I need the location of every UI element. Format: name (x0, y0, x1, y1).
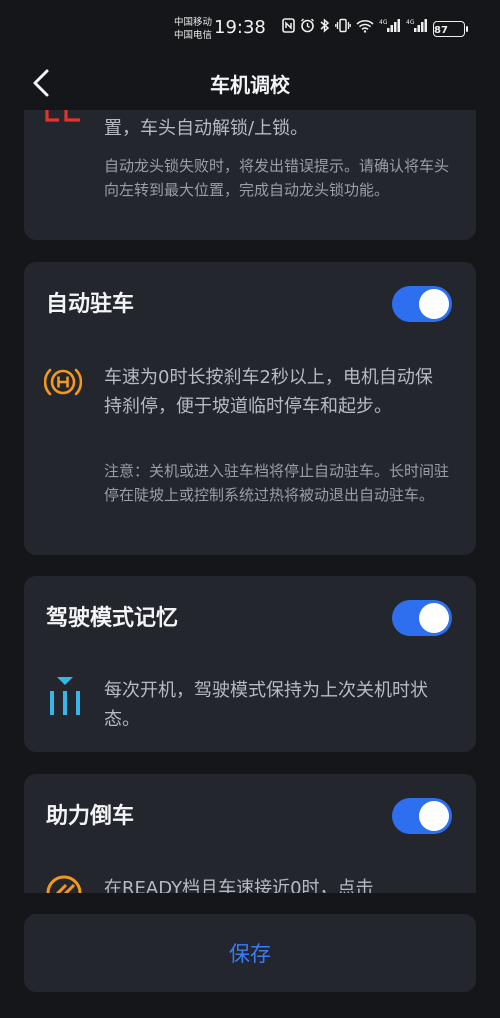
auto-hold-note: 注意：关机或进入驻车档将停止自动驻车。长时间驻停在陡坡上或控制系统过热将被动退出… (104, 462, 450, 504)
reverse-assist-desc: 在READY档且车速接近0时，点击 (104, 878, 374, 893)
auto-hold-icon (44, 368, 82, 396)
steering-lock-note: 自动龙头锁失败时，将发出错误提示。请确认将车头向左转到最大位置，完成自动龙头锁功… (104, 157, 450, 199)
steering-lock-desc: 置，车头自动解锁/上锁。 (104, 118, 309, 139)
page-title: 车机调校 (210, 73, 290, 97)
save-button[interactable]: 保存 (24, 914, 476, 992)
carrier-2: 中国电信 (174, 30, 213, 41)
svg-text:4G: 4G (406, 19, 415, 26)
card-drive-mode-memory: 驾驶模式记忆 每次开机，驾驶模式保持为上次关机时状态。 (24, 576, 476, 752)
drive-mode-memory-toggle[interactable] (392, 600, 452, 636)
vibrate-icon (335, 18, 351, 39)
card-steering-lock: 置，车头自动解锁/上锁。 自动龙头锁失败时，将发出错误提示。请确认将车头向左转到… (24, 110, 476, 240)
drive-mode-icon (50, 677, 80, 715)
wifi-icon (356, 19, 374, 39)
signal-1-icon: 4G (379, 18, 401, 39)
auto-hold-desc: 车速为0时长按刹车2秒以上，电机自动保持刹停，便于坡道临时停车和起步。 (104, 367, 433, 417)
steering-lock-icon (45, 110, 80, 122)
drive-mode-memory-title: 驾驶模式记忆 (46, 606, 179, 631)
status-time: 19:38 (214, 17, 266, 38)
app-header: 车机调校 (0, 56, 500, 108)
toggle-knob (419, 603, 449, 633)
bluetooth-icon (320, 18, 330, 39)
reverse-assist-title: 助力倒车 (46, 804, 135, 829)
auto-hold-title: 自动驻车 (46, 292, 135, 317)
carrier-1: 中国移动 (174, 17, 213, 28)
toggle-knob (419, 801, 449, 831)
drive-mode-memory-desc: 每次开机，驾驶模式保持为上次关机时状态。 (104, 680, 428, 730)
status-icons: 4G 4G 87 (282, 18, 468, 39)
reverse-assist-toggle[interactable] (392, 798, 452, 834)
settings-list[interactable]: 置，车头自动解锁/上锁。 自动龙头锁失败时，将发出错误提示。请确认将车头向左转到… (0, 110, 500, 893)
battery-indicator: 87 (433, 20, 468, 37)
card-auto-hold: 自动驻车 车速为0时长按刹车2秒以上，电机自动保持刹停，便于坡道临时停车和起步。… (24, 262, 476, 555)
signal-2-icon: 4G (406, 18, 428, 39)
svg-text:4G: 4G (379, 19, 388, 26)
nfc-icon (282, 18, 295, 39)
auto-hold-toggle[interactable] (392, 286, 452, 322)
carrier-names: 中国移动 中国电信 (174, 16, 212, 42)
toggle-knob (419, 289, 449, 319)
status-bar: 中国移动 中国电信 19:38 4G 4G 87 (0, 0, 500, 56)
card-reverse-assist: 助力倒车 在READY档且车速接近0时，点击 (24, 774, 476, 893)
reverse-assist-icon (46, 875, 82, 893)
alarm-icon (300, 18, 315, 39)
